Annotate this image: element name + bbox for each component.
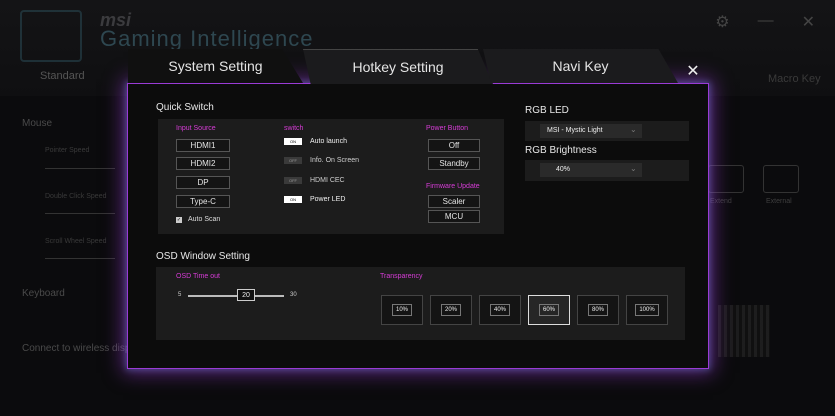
extend-label: Extend — [710, 198, 732, 205]
toggle-switch[interactable]: ON — [284, 138, 302, 145]
close-window-icon[interactable]: ✕ — [802, 12, 815, 32]
switch-label: switch — [284, 125, 304, 132]
auto-launch-label: Auto launch — [310, 138, 347, 145]
pointer-speed-slider[interactable] — [45, 168, 115, 169]
close-dialog-button[interactable]: ✕ — [680, 60, 706, 82]
transparency-80-button[interactable]: 80% — [577, 295, 619, 325]
chevron-down-icon: ⌄ — [630, 125, 637, 134]
option-label: 20% — [440, 304, 461, 316]
app-title: Gaming Intelligence — [100, 26, 314, 51]
msi-logo-icon — [20, 10, 82, 62]
osd-timeout-slider[interactable] — [188, 295, 284, 297]
rgb-led-dropdown[interactable]: MSI - Mystic Light ⌄ — [540, 124, 642, 138]
power-standby-button[interactable]: Standby — [428, 157, 480, 170]
input-source-label: Input Source — [176, 125, 216, 132]
auto-scan-checkbox[interactable]: ✓ Auto Scan — [176, 216, 220, 223]
power-button-label: Power Button — [426, 125, 469, 132]
toggle-switch[interactable]: ON — [284, 196, 302, 203]
power-led-label: Power LED — [310, 196, 346, 203]
tab-hotkey-setting[interactable]: Hotkey Setting — [303, 49, 493, 84]
input-hdmi1-button[interactable]: HDMI1 — [176, 139, 230, 152]
input-dp-button[interactable]: DP — [176, 176, 230, 189]
option-label: 100% — [635, 304, 659, 316]
tab-macro-key[interactable]: Macro Key — [768, 73, 821, 85]
checkbox-check-icon: ✓ — [176, 216, 182, 223]
power-off-button[interactable]: Off — [428, 139, 480, 152]
tab-navi-key[interactable]: Navi Key — [483, 49, 678, 83]
timeout-min-label: 5 — [178, 292, 182, 298]
scroll-speed-label: Scroll Wheel Speed — [45, 238, 107, 245]
scroll-speed-slider[interactable] — [45, 258, 115, 259]
firmware-mcu-button[interactable]: MCU — [428, 210, 480, 223]
info-on-screen-toggle[interactable]: OFF Info. On Screen — [284, 157, 359, 164]
auto-scan-label: Auto Scan — [188, 216, 221, 223]
transparency-100-button[interactable]: 100% — [626, 295, 668, 325]
qr-code-icon — [718, 305, 770, 357]
input-typec-button[interactable]: Type-C — [176, 195, 230, 208]
rgb-led-title: RGB LED — [525, 105, 569, 116]
hdmi-cec-toggle[interactable]: OFF HDMI CEC — [284, 177, 345, 184]
power-led-toggle[interactable]: ON Power LED — [284, 196, 345, 203]
settings-icon[interactable]: ⚙ — [715, 12, 729, 32]
rgb-brightness-value: 40% — [556, 166, 571, 173]
transparency-60-button[interactable]: 60% — [528, 295, 570, 325]
rgb-led-value: MSI - Mystic Light — [547, 127, 603, 134]
info-on-screen-label: Info. On Screen — [310, 157, 360, 164]
toggle-switch[interactable]: OFF — [284, 157, 302, 164]
firmware-update-label: Firmware Update — [426, 183, 480, 190]
option-label: 80% — [587, 304, 608, 316]
osd-window-title: OSD Window Setting — [156, 251, 250, 262]
tab-system-setting[interactable]: System Setting — [128, 49, 303, 83]
firmware-scaler-button[interactable]: Scaler — [428, 195, 480, 208]
input-hdmi2-button[interactable]: HDMI2 — [176, 157, 230, 170]
option-label: 40% — [489, 304, 510, 316]
transparency-40-button[interactable]: 40% — [479, 295, 521, 325]
transparency-20-button[interactable]: 20% — [430, 295, 472, 325]
pointer-speed-label: Pointer Speed — [45, 147, 90, 154]
toggle-switch[interactable]: OFF — [284, 177, 302, 184]
transparency-10-button[interactable]: 10% — [381, 295, 423, 325]
slider-thumb[interactable]: 20 — [237, 289, 255, 301]
external-icon[interactable] — [763, 165, 799, 193]
window-controls: ⚙ — ✕ — [715, 12, 815, 32]
option-label: 60% — [538, 304, 559, 316]
option-label: 10% — [391, 304, 412, 316]
osd-timeout-label: OSD Time out — [176, 273, 220, 280]
external-label: External — [766, 198, 792, 205]
hdmi-cec-label: HDMI CEC — [310, 177, 345, 184]
rgb-brightness-title: RGB Brightness — [525, 145, 597, 156]
transparency-label: Transparency — [380, 273, 423, 280]
extend-icon[interactable] — [708, 165, 744, 193]
wireless-display-heading: Connect to wireless display — [22, 343, 144, 354]
double-click-label: Double Click Speed — [45, 193, 107, 200]
rgb-brightness-dropdown[interactable]: 40% ⌄ — [540, 163, 642, 177]
timeout-max-label: 30 — [290, 292, 297, 298]
auto-launch-toggle[interactable]: ON Auto launch — [284, 138, 347, 145]
double-click-slider[interactable] — [45, 213, 115, 214]
chevron-down-icon: ⌄ — [630, 164, 637, 173]
minimize-icon[interactable]: — — [758, 12, 774, 32]
mouse-heading: Mouse — [22, 118, 53, 129]
keyboard-heading: Keyboard — [22, 288, 65, 299]
close-icon: ✕ — [686, 63, 700, 80]
quick-switch-title: Quick Switch — [156, 102, 214, 113]
tab-standard[interactable]: Standard — [40, 70, 85, 82]
